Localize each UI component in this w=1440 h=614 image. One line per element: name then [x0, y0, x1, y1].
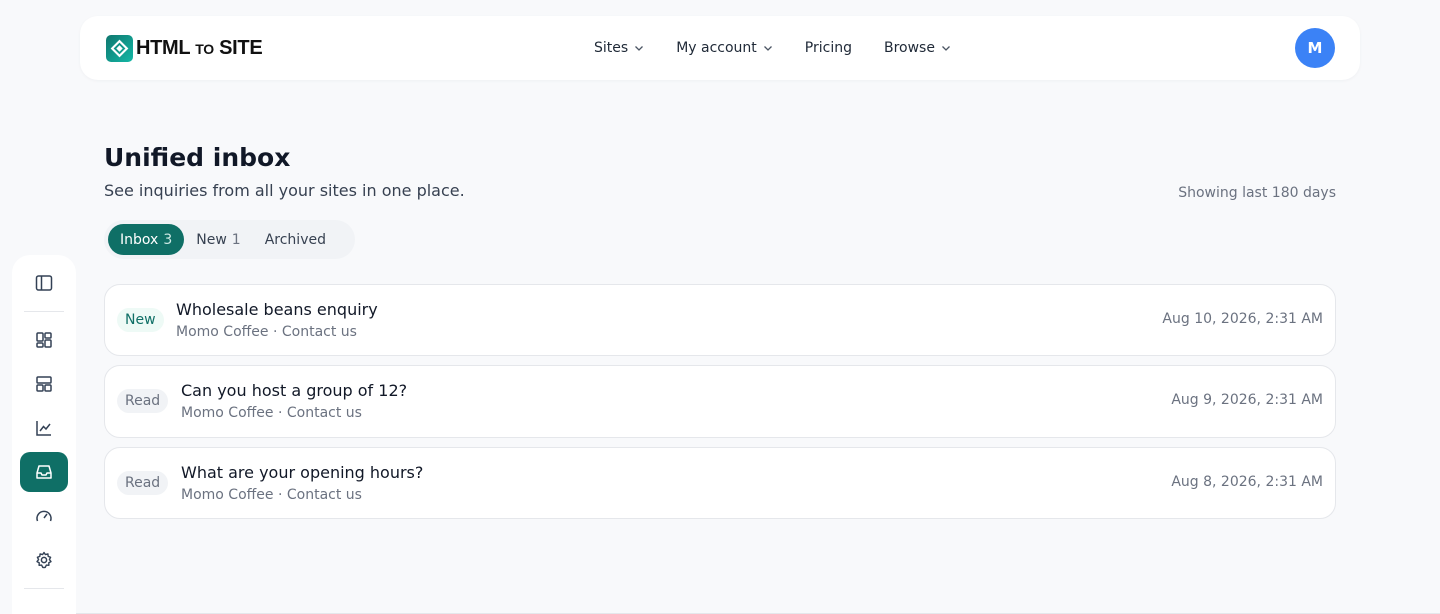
sidebar-toggle-icon	[35, 275, 53, 291]
chevron-up-icon	[34, 609, 54, 614]
date-range-note: Showing last 180 days	[1178, 185, 1336, 201]
tab-new[interactable]: New 1	[184, 224, 252, 255]
inbox-icon	[36, 465, 52, 479]
tab-archived[interactable]: Archived	[253, 224, 338, 255]
chevron-down-icon	[635, 46, 644, 51]
sidebar-item-performance[interactable]	[20, 496, 68, 536]
site-logo[interactable]: HTML TO SITE	[106, 34, 263, 62]
tab-new-count: 1	[231, 231, 241, 248]
gear-icon	[36, 551, 52, 569]
message-row[interactable]: New Wholesale beans enquiry Momo Coffee …	[104, 284, 1336, 356]
nav-my-account-label: My account	[676, 40, 757, 56]
message-subject: Wholesale beans enquiry	[176, 300, 378, 319]
tab-new-label: New	[196, 231, 227, 248]
dashboard-grid-icon	[36, 332, 52, 348]
status-badge: Read	[117, 389, 169, 413]
nav-pricing-label: Pricing	[804, 40, 852, 56]
message-meta: Momo Coffee · Contact us	[176, 324, 357, 340]
sidebar-item-dashboard[interactable]	[20, 320, 68, 360]
message-row[interactable]: Read What are your opening hours? Momo C…	[104, 447, 1336, 519]
sidebar-divider	[24, 588, 64, 589]
user-avatar[interactable]: M	[1295, 28, 1335, 68]
sidebar-divider	[24, 311, 64, 312]
message-date: Aug 8, 2026, 2:31 AM	[1171, 474, 1323, 490]
message-date: Aug 10, 2026, 2:31 AM	[1162, 311, 1323, 327]
analytics-chart-icon	[36, 421, 51, 436]
page-subtitle: See inquiries from all your sites in one…	[104, 181, 465, 200]
nav-my-account[interactable]: My account	[676, 40, 773, 56]
message-date: Aug 9, 2026, 2:31 AM	[1171, 392, 1323, 408]
nav-pricing[interactable]: Pricing	[805, 40, 852, 56]
tab-inbox[interactable]: Inbox 3	[108, 224, 185, 255]
page-title: Unified inbox	[104, 143, 291, 172]
chevron-down-icon	[942, 46, 950, 51]
nav-browse[interactable]: Browse	[884, 40, 951, 56]
sidebar	[12, 255, 76, 614]
layout-icon	[36, 376, 52, 392]
sidebar-item-layouts[interactable]	[20, 364, 68, 404]
message-row[interactable]: Read Can you host a group of 12? Momo Co…	[104, 365, 1336, 438]
message-subject: What are your opening hours?	[181, 463, 424, 482]
status-badge: Read	[117, 471, 169, 495]
sidebar-item-settings[interactable]	[20, 540, 68, 580]
sidebar-toggle-button[interactable]	[20, 263, 68, 303]
message-meta: Momo Coffee · Contact us	[181, 405, 362, 421]
logo-icon	[106, 34, 133, 62]
message-meta: Momo Coffee · Contact us	[181, 487, 362, 503]
speedometer-icon	[36, 510, 52, 522]
nav-browse-label: Browse	[883, 40, 935, 56]
sidebar-item-analytics[interactable]	[20, 408, 68, 448]
logo-wordmark: HTML TO SITE	[136, 36, 263, 59]
top-navigation-bar: HTML TO SITE Sites My account Pricing Br…	[80, 16, 1360, 80]
inbox-tabs: Inbox 3 New 1 Archived	[104, 220, 355, 259]
tab-archived-label: Archived	[264, 231, 326, 248]
sidebar-item-inbox[interactable]	[20, 452, 68, 492]
chevron-down-icon	[763, 46, 772, 51]
tab-inbox-count: 3	[163, 231, 173, 248]
message-subject: Can you host a group of 12?	[181, 381, 408, 400]
status-badge: New	[117, 308, 164, 332]
nav-sites-label: Sites	[594, 40, 629, 56]
tab-inbox-label: Inbox	[120, 231, 159, 248]
message-list: New Wholesale beans enquiry Momo Coffee …	[104, 284, 1336, 528]
sidebar-item-more[interactable]	[20, 599, 68, 614]
nav-sites[interactable]: Sites	[594, 40, 644, 56]
main-nav: Sites My account Pricing Browse	[594, 16, 983, 80]
